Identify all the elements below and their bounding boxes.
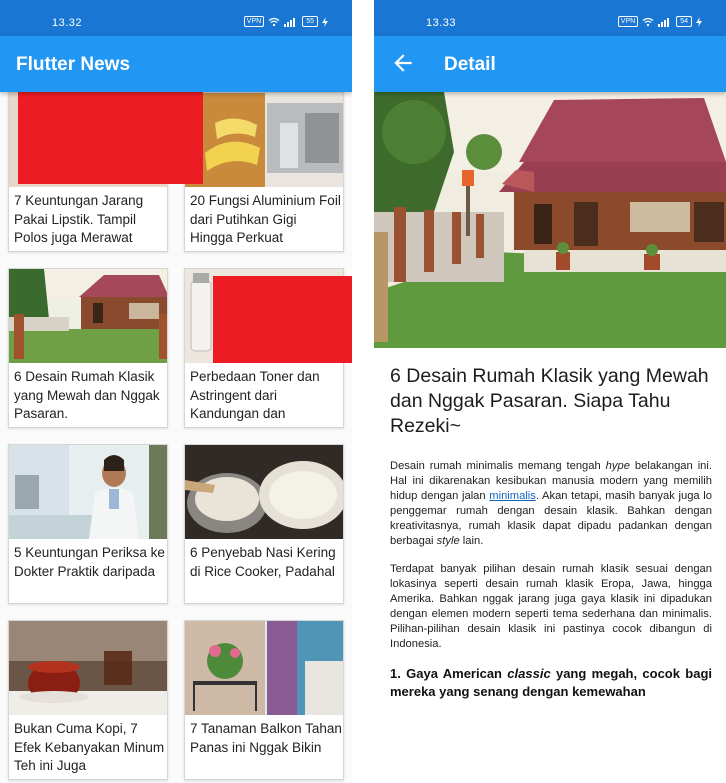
status-bar: 13.33 VPN 54 (374, 0, 726, 36)
article-headline: 6 Desain Rumah Klasik yang Mewah dan Ngg… (390, 365, 709, 437)
news-card[interactable]: 5 Keuntungan Periksa ke Dokter Praktik d… (8, 444, 168, 604)
signal-icon (658, 17, 670, 27)
card-caption: 6 Penyebab Nasi Kering di Rice Cooker, P… (190, 545, 336, 579)
detail-screen: 13.33 VPN 54 Detail 6 Desain Rumah Klasi… (374, 0, 726, 783)
balcony-plants-thumbnail (185, 621, 343, 715)
card-caption: 20 Fungsi Aluminium Foil dari Putihkan G… (190, 193, 341, 245)
battery-icon: 54 (676, 16, 692, 27)
news-card[interactable]: 7 Tanaman Balkon Tahan Panas ini Nggak B… (184, 620, 344, 780)
status-time: 13.33 (426, 17, 457, 29)
news-card[interactable]: 6 Penyebab Nasi Kering di Rice Cooker, P… (184, 444, 344, 604)
emphasis: hype (605, 460, 630, 472)
article-body: Desain rumah minimalis memang tengah hyp… (390, 459, 712, 652)
battery-icon: 55 (302, 16, 318, 27)
doctor-thumbnail (9, 445, 167, 539)
wifi-icon (642, 17, 654, 26)
card-caption: Perbedaan Toner dan Astringent dari Kand… (190, 369, 320, 421)
aluminium-foil-thumbnail (185, 93, 343, 187)
status-icons: VPN 54 (617, 16, 702, 27)
status-time: 13.32 (52, 17, 83, 29)
wifi-icon (268, 17, 280, 26)
tea-thumbnail (9, 621, 167, 715)
paragraph-text: Desain rumah minimalis memang tengah (390, 460, 606, 472)
status-icons: VPN 55 (243, 16, 328, 27)
news-card[interactable]: Bukan Cuma Kopi, 7 Efek Kebanyakan Minum… (8, 620, 168, 780)
bolt-icon (322, 16, 328, 27)
news-card[interactable]: 20 Fungsi Aluminium Foil dari Putihkan G… (184, 92, 344, 252)
emphasis: style (436, 535, 460, 547)
card-caption: 7 Keuntungan Jarang Pakai Lipstik. Tampi… (14, 193, 144, 245)
redaction-block (213, 276, 352, 363)
article-subheading: 1. Gaya American classic yang megah, coc… (390, 665, 712, 701)
card-caption: 7 Tanaman Balkon Tahan Panas ini Nggak B… (190, 721, 342, 755)
paragraph: Terdapat banyak pilihan desain rumah kla… (390, 563, 712, 650)
news-list-screen: 13.32 VPN 55 Flutter News 7 Keuntungan J… (0, 0, 352, 783)
card-caption: 6 Desain Rumah Klasik yang Mewah dan Ngg… (14, 369, 160, 421)
classic-house-thumbnail (9, 269, 167, 363)
redaction-block (18, 86, 203, 184)
vpn-icon: VPN (243, 16, 265, 27)
status-bar: 13.32 VPN 55 (0, 0, 352, 36)
subheading-text: 1. Gaya American (390, 666, 508, 681)
news-card[interactable]: 6 Desain Rumah Klasik yang Mewah dan Ngg… (8, 268, 168, 428)
app-bar: Detail (374, 36, 726, 92)
arrow-back-icon[interactable] (390, 50, 416, 76)
paragraph: Desain rumah minimalis memang tengah hyp… (390, 459, 712, 549)
app-title: Detail (444, 54, 496, 75)
rice-cooker-thumbnail (185, 445, 343, 539)
card-caption: Bukan Cuma Kopi, 7 Efek Kebanyakan Minum… (14, 721, 165, 773)
signal-icon (284, 17, 296, 27)
app-title: Flutter News (16, 54, 131, 75)
bolt-icon (696, 16, 702, 27)
emphasis: classic (507, 666, 551, 681)
minimalis-link[interactable]: minimalis (489, 490, 536, 502)
paragraph-text: lain. (459, 535, 484, 547)
article-content[interactable]: 6 Desain Rumah Klasik yang Mewah dan Ngg… (374, 92, 726, 701)
vpn-icon: VPN (617, 16, 639, 27)
hero-image (374, 92, 726, 348)
card-caption: 5 Keuntungan Periksa ke Dokter Praktik d… (14, 545, 165, 579)
app-bar: Flutter News (0, 36, 352, 92)
